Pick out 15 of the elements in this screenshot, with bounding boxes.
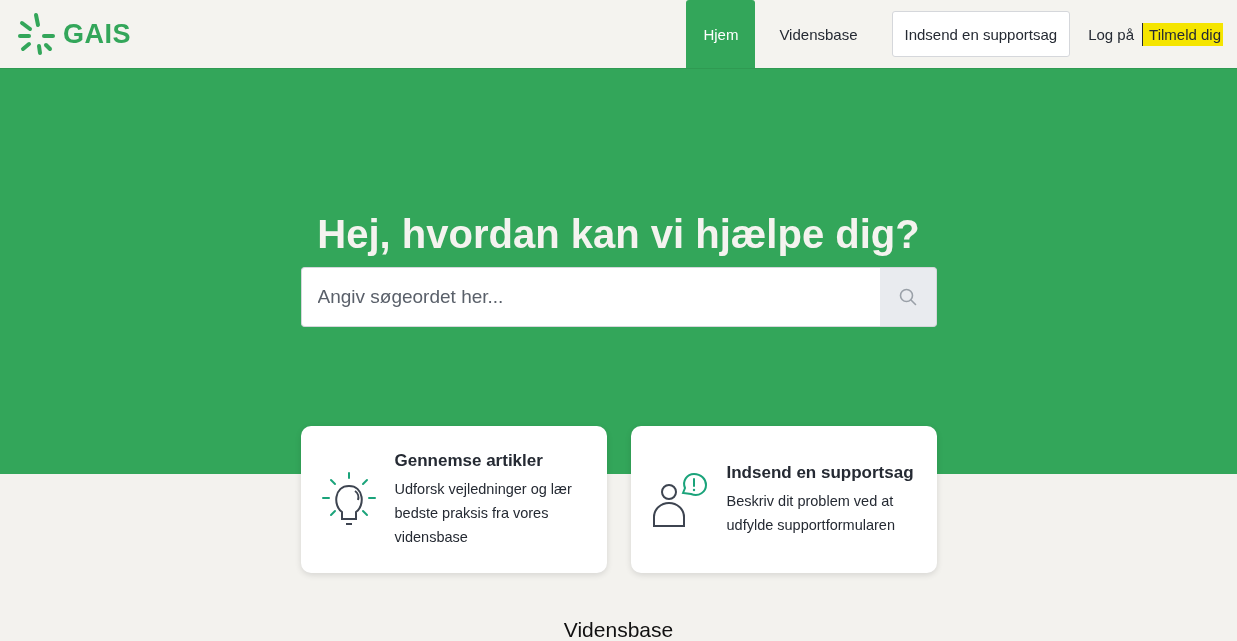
nav-tab[interactable]: Vidensbase — [762, 0, 875, 68]
card[interactable]: Indsend en supportsag Beskriv dit problem ved at udfylde supportformularen — [630, 426, 937, 573]
nav-link[interactable]: Log på — [1086, 22, 1137, 46]
logo-rays-icon — [17, 12, 57, 56]
hero-title: Hej, hvordan kan vi hjælpe dig? — [317, 212, 920, 257]
submit-request-button[interactable]: Indsend en supportsag — [891, 11, 1071, 57]
card[interactable]: Gennemse artikler Udforsk vejledninger og lær bedste praksis fra vores vidensbase — [300, 426, 607, 573]
person-with-alert-bubble-icon — [650, 470, 709, 529]
logo-text: GAIS — [63, 18, 131, 50]
card-description: Beskriv dit problem ved at udfylde supportformularen — [726, 491, 896, 535]
card-title: Indsend en supportsag — [726, 462, 915, 483]
card-description: Udforsk vejledninger og lær bedste praksis fra vores vidensbase — [394, 479, 573, 547]
section-heading: Vidensbase — [562, 618, 675, 641]
card-title: Gennemse artikler — [394, 450, 544, 471]
nav-link[interactable]: Tilmeld dig — [1142, 22, 1223, 46]
